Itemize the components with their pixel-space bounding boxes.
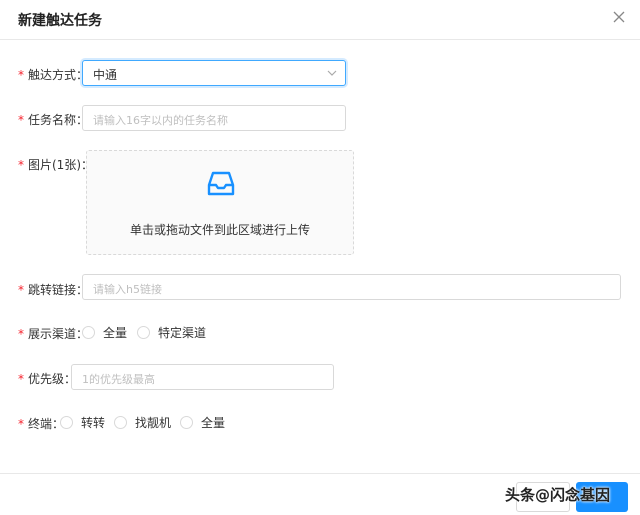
jump-link-input[interactable]: 请输入h5链接: [82, 274, 621, 300]
reach-method-select[interactable]: 中通: [82, 60, 346, 86]
radio-circle[interactable]: [180, 416, 193, 429]
task-name-label: * 任务名称：: [18, 111, 88, 128]
terminal-label-text: 终端：: [28, 417, 65, 431]
required-mark: *: [18, 283, 24, 297]
terminal-label: * 终端：: [18, 415, 64, 432]
required-mark: *: [18, 113, 24, 127]
task-name-input[interactable]: 请输入16字以内的任务名称: [82, 105, 346, 131]
image-label-text: 图片(1张)：: [28, 158, 93, 172]
priority-label-text: 优先级：: [28, 372, 77, 386]
reach-method-label: * 触达方式：: [18, 66, 88, 83]
priority-placeholder: 1的优先级最高: [82, 373, 155, 386]
required-mark: *: [18, 417, 24, 431]
task-name-label-text: 任务名称：: [28, 113, 89, 127]
radio-label: 找靓机: [135, 416, 172, 430]
watermark: 头条@闪念基因: [505, 486, 611, 504]
dialog-title: 新建触达任务: [18, 13, 102, 29]
priority-input[interactable]: 1的优先级最高: [71, 364, 334, 390]
chevron-down-icon: [327, 70, 337, 76]
dialog-header: 新建触达任务: [0, 0, 640, 40]
terminal-option-zhuanzhuan[interactable]: 转转: [60, 414, 105, 431]
radio-circle[interactable]: [60, 416, 73, 429]
inbox-icon: [207, 171, 235, 196]
radio-label: 特定渠道: [158, 326, 207, 340]
required-mark: *: [18, 372, 24, 386]
radio-label: 全量: [103, 326, 128, 340]
close-icon[interactable]: [612, 9, 626, 25]
display-channel-option-specific[interactable]: 特定渠道: [137, 324, 206, 341]
radio-label: 全量: [201, 416, 226, 430]
terminal-option-all[interactable]: 全量: [180, 414, 225, 431]
display-channel-label-text: 展示渠道：: [28, 327, 89, 341]
jump-link-placeholder: 请输入h5链接: [93, 283, 162, 296]
jump-link-label: * 跳转链接：: [18, 281, 88, 298]
image-upload-dropzone[interactable]: 单击或拖动文件到此区域进行上传: [86, 150, 354, 255]
task-name-placeholder: 请输入16字以内的任务名称: [93, 114, 228, 127]
radio-label: 转转: [81, 416, 106, 430]
radio-circle[interactable]: [137, 326, 150, 339]
terminal-option-zhaoliangji[interactable]: 找靓机: [114, 414, 171, 431]
radio-circle[interactable]: [114, 416, 127, 429]
image-label: * 图片(1张)：: [18, 156, 93, 173]
upload-hint: 单击或拖动文件到此区域进行上传: [129, 223, 310, 237]
radio-circle[interactable]: [82, 326, 95, 339]
required-mark: *: [18, 68, 24, 82]
display-channel-label: * 展示渠道：: [18, 325, 88, 342]
reach-method-label-text: 触达方式：: [28, 68, 89, 82]
jump-link-label-text: 跳转链接：: [28, 283, 89, 297]
required-mark: *: [18, 327, 24, 341]
display-channel-option-all[interactable]: 全量: [82, 324, 127, 341]
priority-label: * 优先级：: [18, 370, 76, 387]
required-mark: *: [18, 158, 24, 172]
reach-method-value: 中通: [93, 68, 118, 82]
